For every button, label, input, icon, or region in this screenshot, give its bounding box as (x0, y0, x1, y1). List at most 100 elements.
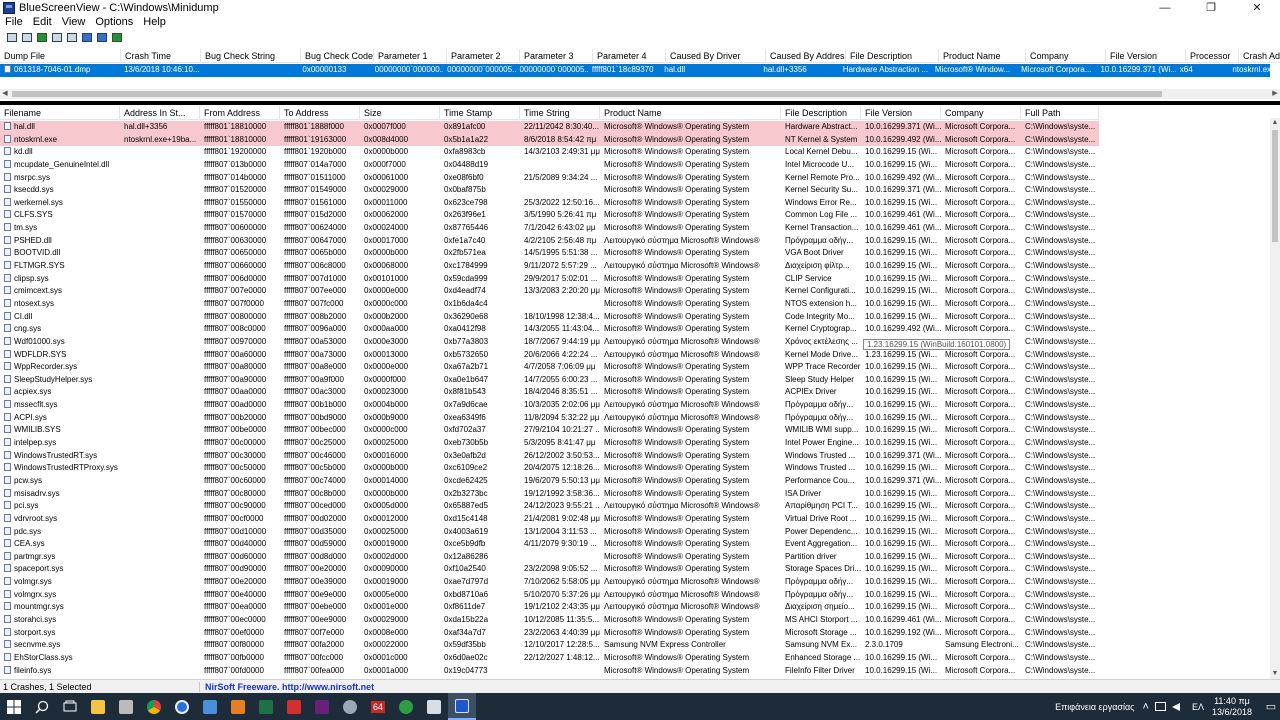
column-header[interactable]: Parameter 4 (593, 49, 666, 63)
language-indicator[interactable]: ΕΛ (1192, 702, 1204, 712)
driver-row[interactable]: clipsp.sys fffff807`006d0000 fffff807`007d… (0, 273, 1270, 286)
driver-row[interactable]: partmgr.sys fffff807`00d60000 fffff807`00d… (0, 551, 1270, 564)
visual-studio-icon[interactable] (308, 693, 336, 720)
calculator-icon[interactable] (112, 693, 140, 720)
start-icon[interactable] (0, 693, 28, 720)
desktop-toolbar-label[interactable]: Επιφάνεια εργασίας (1055, 702, 1134, 712)
find-icon[interactable] (95, 31, 109, 44)
column-header[interactable]: Filename (0, 106, 120, 120)
volume-icon[interactable] (1171, 702, 1180, 711)
column-header[interactable]: Time Stamp (440, 106, 520, 120)
driver-row[interactable]: mountmgr.sys fffff807`00ea0000 fffff807`00… (0, 601, 1270, 614)
nirsoft-link[interactable]: NirSoft Freeware. http://www.nirsoft.net (200, 682, 374, 692)
column-header[interactable]: Full Path (1021, 106, 1099, 120)
store-icon[interactable] (196, 693, 224, 720)
notification-icon[interactable]: ▭ (1262, 700, 1280, 713)
chrome-icon[interactable] (140, 693, 168, 720)
driver-row[interactable]: BOOTVID.dll fffff807`00650000 fffff807`006… (0, 247, 1270, 260)
driver-row[interactable]: SleepStudyHelper.sys fffff807`00a90000 fff… (0, 374, 1270, 387)
network-icon[interactable] (1154, 702, 1166, 711)
properties-icon[interactable] (65, 31, 79, 44)
maximize-button[interactable]: ❐ (1188, 0, 1234, 15)
driver-list[interactable]: Filename Address In St... From Address To A… (0, 106, 1280, 677)
save-icon[interactable] (5, 31, 19, 44)
pdf-icon[interactable] (280, 693, 308, 720)
column-header[interactable]: Company (1026, 49, 1106, 63)
driver-row[interactable]: spaceport.sys fffff807`00d90000 fffff807`0… (0, 563, 1270, 576)
driver-row[interactable]: WDFLDR.SYS fffff807`00a60000 fffff807`00a7… (0, 349, 1270, 362)
menu-view[interactable]: View (57, 16, 91, 28)
html-report-icon[interactable] (50, 31, 64, 44)
column-header[interactable]: Product Name (600, 106, 781, 120)
driver-row[interactable]: werkernel.sys fffff807`01550000 fffff807`0… (0, 197, 1270, 210)
driver-row[interactable]: volmgr.sys fffff807`00e20000 fffff807`00e3… (0, 576, 1270, 589)
driver-list-vscrollbar[interactable]: ▲ ▼ (1270, 118, 1280, 679)
driver-row[interactable]: WMILIB.SYS fffff807`00be0000 fffff807`00be… (0, 424, 1270, 437)
menu-options[interactable]: Options (90, 16, 138, 28)
driver-row[interactable]: PSHED.dll fffff807`00630000 fffff807`00647… (0, 235, 1270, 248)
title-bar[interactable]: BlueScreenView - C:\Windows\Minidump — ❐… (0, 0, 1280, 15)
crash-list-hscrollbar[interactable]: ◀ ▶ (0, 89, 1280, 99)
badge-64-icon[interactable]: 64 (364, 693, 392, 720)
tray-chevron-icon[interactable]: ˄ (1143, 701, 1149, 713)
crash-list[interactable]: Dump File Crash Time Bug Check String Bug C… (0, 49, 1280, 102)
column-header[interactable]: Company (941, 106, 1021, 120)
driver-row[interactable]: WindowsTrustedRT.sys fffff807`00c30000 fff… (0, 450, 1270, 463)
driver-row[interactable]: pdc.sys fffff807`00d10000 fffff807`00d3500… (0, 526, 1270, 539)
green-app-icon[interactable] (392, 693, 420, 720)
driver-row[interactable]: acpiex.sys fffff807`00aa0000 fffff807`00ac… (0, 386, 1270, 399)
column-header[interactable]: Bug Check String (201, 49, 301, 63)
column-header[interactable]: Address In St... (120, 106, 200, 120)
pane-splitter[interactable] (0, 101, 1280, 105)
refresh-icon[interactable] (80, 31, 94, 44)
close-button[interactable]: ✕ (1234, 0, 1280, 15)
driver-row[interactable]: msisadrv.sys fffff807`00c80000 fffff807`00… (0, 488, 1270, 501)
driver-row[interactable]: FLTMGR.SYS fffff807`00660000 fffff807`006c… (0, 260, 1270, 273)
driver-row[interactable]: pci.sys fffff807`00c90000 fffff807`00ced00… (0, 500, 1270, 513)
clock[interactable]: 11:40 πμ 13/6/2018 (1212, 696, 1252, 718)
driver-row[interactable]: EhStorClass.sys fffff807`00fb0000 fffff807… (0, 652, 1270, 665)
scroll-left-icon[interactable]: ◀ (0, 89, 10, 99)
column-header[interactable]: Parameter 2 (447, 49, 520, 63)
menu-help[interactable]: Help (138, 16, 171, 28)
driver-row[interactable]: storport.sys fffff807`00ef0000 fffff807`00… (0, 627, 1270, 640)
driver-row[interactable]: ksecdd.sys fffff807`01520000 fffff807`0154… (0, 184, 1270, 197)
driver-row[interactable]: ntosext.sys fffff807`007f0000 fffff807`007… (0, 298, 1270, 311)
driver-row[interactable]: hal.dll hal.dll+3356 fffff801`18810000 ffff… (0, 121, 1270, 134)
vscroll-thumb[interactable] (1272, 130, 1278, 242)
driver-row[interactable]: storahci.sys fffff807`00ec0000 fffff807`00… (0, 614, 1270, 627)
firefox-icon[interactable] (168, 693, 196, 720)
column-header[interactable]: Crash Add (1239, 49, 1280, 63)
search-icon[interactable] (28, 693, 56, 720)
scroll-right-icon[interactable]: ▶ (1270, 89, 1280, 99)
column-header[interactable]: Processor (1186, 49, 1239, 63)
driver-row[interactable]: intelpep.sys fffff807`00c00000 fffff807`00… (0, 437, 1270, 450)
column-header[interactable]: From Address (200, 106, 280, 120)
driver-row[interactable]: ACPI.sys fffff807`00b20000 fffff807`00bd90… (0, 412, 1270, 425)
column-header[interactable]: File Version (861, 106, 941, 120)
column-header[interactable]: Dump File (0, 49, 121, 63)
task-view-icon[interactable] (56, 693, 84, 720)
driver-row[interactable]: CI.dll fffff807`00800000 fffff807`008b2000… (0, 311, 1270, 324)
column-header[interactable]: To Address (280, 106, 360, 120)
driver-row[interactable]: ntoskrnl.exe ntoskrnl.exe+19ba... fffff801… (0, 133, 1270, 147)
driver-row[interactable]: volmgrx.sys fffff807`00e40000 fffff807`00e… (0, 589, 1270, 602)
paint-icon[interactable] (420, 693, 448, 720)
excel-icon[interactable] (252, 693, 280, 720)
menu-file[interactable]: File (0, 16, 28, 28)
copy-icon[interactable] (35, 31, 49, 44)
column-header[interactable]: File Version (1106, 49, 1186, 63)
column-header[interactable]: Parameter 1 (374, 49, 447, 63)
column-header[interactable]: Bug Check Code (301, 49, 374, 63)
column-header[interactable]: Size (360, 106, 440, 120)
file-explorer-icon[interactable] (84, 693, 112, 720)
driver-row[interactable]: mcupdate_GenuineIntel.dll fffff807`013b00… (0, 159, 1270, 172)
scroll-up-icon[interactable]: ▲ (1270, 118, 1280, 128)
driver-row[interactable]: mssecflt.sys fffff807`00ad0000 fffff807`00… (0, 399, 1270, 412)
driver-row[interactable]: msrpc.sys fffff807`014b0000 fffff807`01511… (0, 172, 1270, 185)
column-header[interactable]: Parameter 3 (520, 49, 593, 63)
column-header[interactable]: Crash Time (121, 49, 201, 63)
bluescreenview-icon[interactable] (448, 693, 476, 720)
driver-row[interactable]: vdrvroot.sys fffff807`00cf0000 fffff807`00… (0, 513, 1270, 526)
column-header[interactable]: Time String (520, 106, 600, 120)
